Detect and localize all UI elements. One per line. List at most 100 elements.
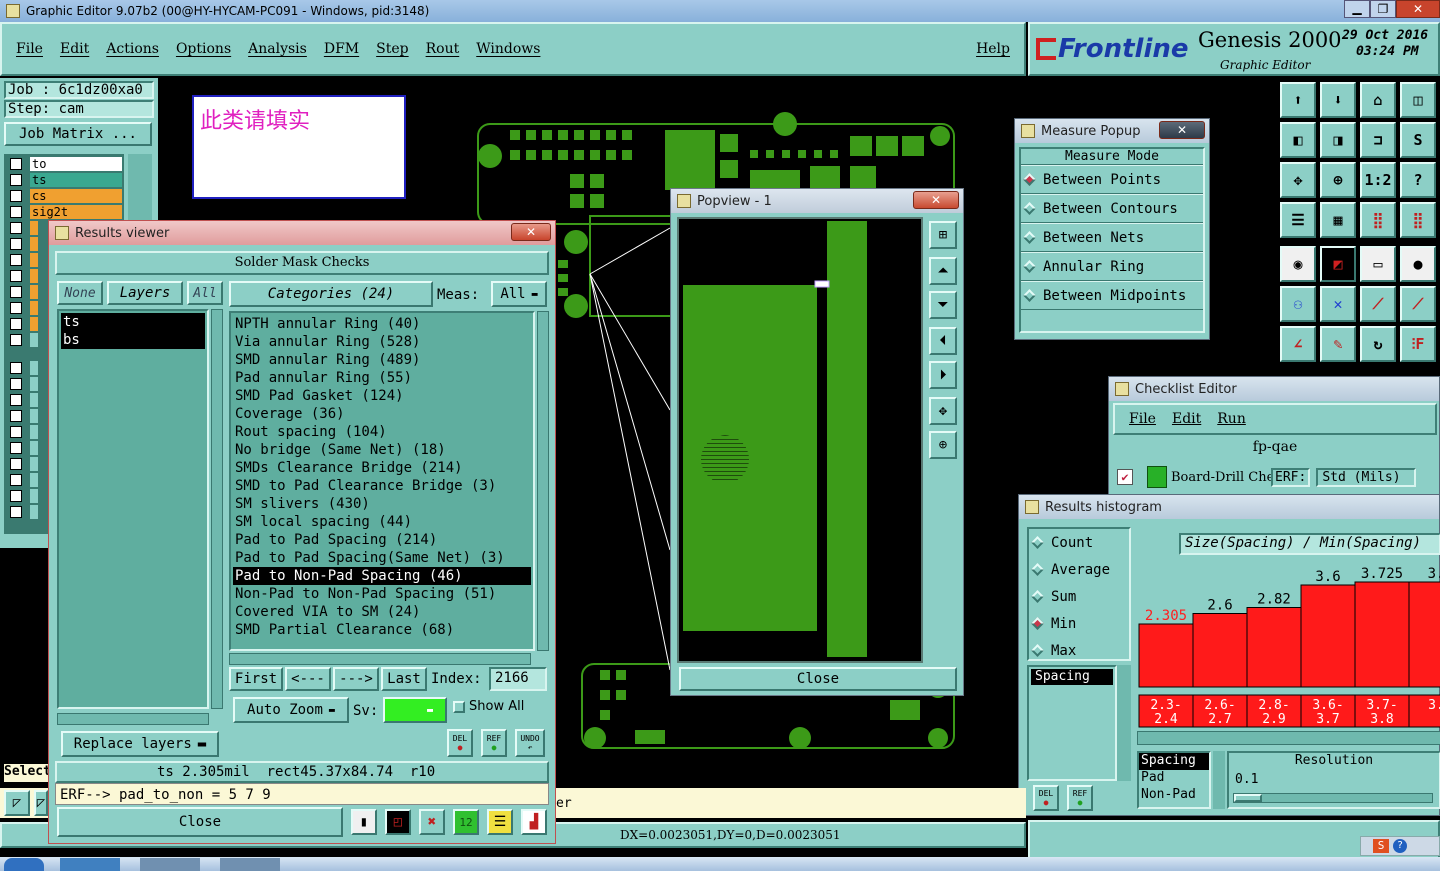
action-icon-5[interactable]: ☰ bbox=[487, 809, 513, 835]
results-viewer-close-icon[interactable]: ✕ bbox=[511, 223, 551, 241]
bottom-tool-icon-1[interactable]: ◸ bbox=[4, 790, 30, 816]
layer-checkbox[interactable] bbox=[10, 394, 22, 406]
layer-row[interactable]: cs bbox=[6, 188, 122, 204]
grid-icon[interactable]: ▦ bbox=[1320, 202, 1356, 238]
layers-button[interactable]: Layers bbox=[107, 281, 183, 305]
layer-row[interactable]: sig2t bbox=[6, 204, 122, 220]
measure-point-icon[interactable]: ⟋ bbox=[1400, 286, 1436, 322]
menu-rout[interactable]: Rout bbox=[426, 41, 460, 57]
taskbar-app-icon-1[interactable] bbox=[60, 858, 120, 871]
tray-help-icon[interactable]: ? bbox=[1393, 839, 1407, 853]
radio-icon[interactable] bbox=[1031, 563, 1044, 576]
radio-icon[interactable] bbox=[1023, 202, 1036, 215]
sub-list-pad[interactable]: Pad bbox=[1139, 770, 1209, 787]
layer-items-hscroll[interactable] bbox=[57, 713, 209, 725]
zoom-ratio-icon[interactable]: 1:2 bbox=[1360, 162, 1396, 198]
pads-icon[interactable]: ⣿ bbox=[1360, 202, 1396, 238]
category-item[interactable]: Rout spacing (104) bbox=[233, 423, 531, 441]
layer-checkbox[interactable] bbox=[10, 302, 22, 314]
popview-canvas[interactable] bbox=[677, 217, 923, 663]
radio-icon[interactable] bbox=[1023, 231, 1036, 244]
layer-name[interactable]: ts bbox=[30, 173, 122, 187]
sub-list-non-pad[interactable]: Non-Pad bbox=[1139, 787, 1209, 804]
job-matrix-button[interactable]: Job Matrix ... bbox=[4, 122, 152, 146]
checklist-menu-file[interactable]: File bbox=[1129, 411, 1156, 427]
menu-help[interactable]: Help bbox=[976, 41, 1010, 57]
ref-button[interactable]: REF ● bbox=[481, 729, 507, 757]
menu-file[interactable]: File bbox=[16, 41, 43, 57]
radio-icon[interactable] bbox=[1031, 644, 1044, 657]
measure-option[interactable]: Between Points bbox=[1021, 165, 1203, 194]
category-item[interactable]: Covered VIA to SM (24) bbox=[233, 603, 531, 621]
radio-icon[interactable] bbox=[1031, 617, 1044, 630]
split-view-icon[interactable]: ◫ bbox=[1400, 82, 1436, 118]
histogram-ref-button[interactable]: REF ● bbox=[1067, 785, 1093, 811]
action-icon-1[interactable]: ▮ bbox=[351, 809, 377, 835]
select-object-icon[interactable]: ◉ bbox=[1280, 246, 1316, 282]
categories-hscroll[interactable] bbox=[229, 653, 531, 665]
histogram-option[interactable]: Average bbox=[1029, 556, 1129, 583]
angle-icon[interactable]: ∠ bbox=[1280, 326, 1316, 362]
radio-icon[interactable] bbox=[1031, 536, 1044, 549]
layer-checkbox[interactable] bbox=[10, 174, 22, 186]
layer-checkbox[interactable] bbox=[10, 158, 22, 170]
menu-actions[interactable]: Actions bbox=[106, 41, 159, 57]
rotate-icon[interactable]: ↻ bbox=[1360, 326, 1396, 362]
bottom-tool-icon-2[interactable]: ◸ bbox=[34, 790, 48, 816]
layer-checkbox[interactable] bbox=[10, 426, 22, 438]
net-icon[interactable]: ⚇ bbox=[1280, 286, 1316, 322]
pan-left-icon[interactable]: ◧ bbox=[1280, 122, 1316, 158]
layer-checkbox[interactable] bbox=[10, 254, 22, 266]
radio-icon[interactable] bbox=[1023, 260, 1036, 273]
taskbar-start-icon[interactable] bbox=[4, 858, 44, 871]
popview-fit-icon[interactable]: ✥ bbox=[929, 397, 957, 425]
menu-dfm[interactable]: DFM bbox=[324, 41, 359, 57]
popview-pan-up-icon[interactable]: ⏶ bbox=[929, 257, 957, 285]
histogram-list-scrollbar[interactable] bbox=[1117, 665, 1131, 781]
close-window-button[interactable]: ✕ bbox=[1396, 0, 1440, 18]
checklist-erf-value[interactable]: Std (Mils) bbox=[1316, 467, 1417, 487]
layer-checkbox[interactable] bbox=[10, 474, 22, 486]
radio-icon[interactable] bbox=[1031, 590, 1044, 603]
layer-checkbox[interactable] bbox=[10, 442, 22, 454]
menu-windows[interactable]: Windows bbox=[476, 41, 540, 57]
layer-checkbox[interactable] bbox=[10, 410, 22, 422]
all-layers-button[interactable]: All bbox=[187, 281, 223, 305]
measure-option[interactable]: Between Contours bbox=[1021, 194, 1203, 223]
category-item[interactable]: NPTH annular Ring (40) bbox=[233, 315, 531, 333]
category-item[interactable]: SMD to Pad Clearance Bridge (3) bbox=[233, 477, 531, 495]
popview-center-icon[interactable]: ⊕ bbox=[929, 431, 957, 459]
download-icon[interactable]: ⬇ bbox=[1320, 82, 1356, 118]
histogram-del-button[interactable]: DEL ● bbox=[1033, 785, 1059, 811]
category-item[interactable]: Pad to Pad Spacing(Same Net) (3) bbox=[233, 549, 531, 567]
layer-checkbox[interactable] bbox=[10, 206, 22, 218]
house-icon[interactable]: ⌂ bbox=[1360, 82, 1396, 118]
checklist-menu-edit[interactable]: Edit bbox=[1172, 411, 1201, 427]
radio-icon[interactable] bbox=[1023, 289, 1036, 302]
layer-row[interactable]: to bbox=[6, 156, 122, 172]
none-button[interactable]: None bbox=[57, 281, 103, 305]
layer-checkbox[interactable] bbox=[10, 318, 22, 330]
undo-button[interactable]: UNDO ↶ bbox=[515, 729, 545, 757]
resolution-slider[interactable] bbox=[1233, 793, 1433, 803]
last-button[interactable]: Last bbox=[381, 667, 427, 691]
popview-close-icon[interactable]: ✕ bbox=[913, 191, 959, 209]
zoom-center-icon[interactable]: ⊕ bbox=[1320, 162, 1356, 198]
popview-pan-left-icon[interactable]: ⏴ bbox=[929, 327, 957, 355]
category-item[interactable]: SMDs Clearance Bridge (214) bbox=[233, 459, 531, 477]
sub-list-scrollbar[interactable] bbox=[1213, 751, 1225, 809]
category-item[interactable]: SM local spacing (44) bbox=[233, 513, 531, 531]
tray-s-icon[interactable]: S bbox=[1373, 839, 1389, 853]
popview-pan-right-icon[interactable]: ⏵ bbox=[929, 361, 957, 389]
categories-button[interactable]: Categories (24) bbox=[229, 281, 433, 307]
layer-checkbox[interactable] bbox=[10, 490, 22, 502]
pads-active-icon[interactable]: ⣿ bbox=[1400, 202, 1436, 238]
checklist-check-icon[interactable]: ✔ bbox=[1117, 469, 1133, 485]
category-item[interactable]: Pad annular Ring (55) bbox=[233, 369, 531, 387]
histogram-option[interactable]: Min bbox=[1029, 610, 1129, 637]
histogram-list-item-spacing[interactable]: Spacing bbox=[1031, 669, 1113, 685]
minimize-button[interactable]: ▁ bbox=[1344, 0, 1370, 18]
layer-row[interactable]: ts bbox=[6, 172, 122, 188]
measure-option[interactable]: Annular Ring bbox=[1021, 252, 1203, 281]
histogram-bar[interactable] bbox=[1138, 623, 1194, 688]
